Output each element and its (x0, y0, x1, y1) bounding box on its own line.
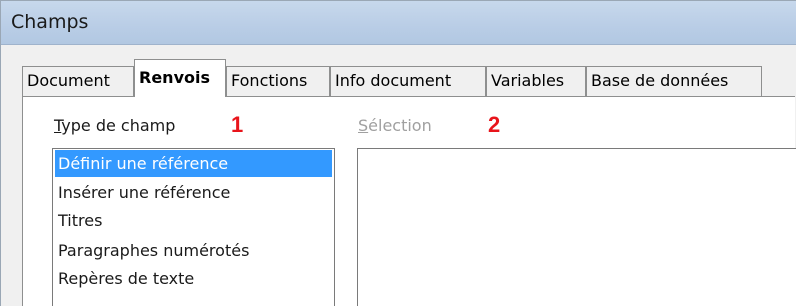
list-item-inserer-reference[interactable]: Insérer une référence (55, 179, 332, 206)
tab-label: Base de données (591, 71, 729, 90)
tab-fonctions[interactable]: Fonctions (226, 66, 330, 96)
type-de-champ-label: Type de champ (54, 116, 175, 135)
list-item-label: Définir une référence (58, 154, 229, 173)
list-item-label: Insérer une référence (58, 183, 231, 202)
tab-renvois[interactable]: Renvois (134, 59, 226, 97)
type-de-champ-list[interactable]: Définir une référence Insérer une référe… (52, 148, 335, 306)
list-item-label: Titres (58, 211, 103, 230)
marker-1: 1 (231, 112, 244, 137)
selection-list[interactable] (357, 148, 796, 306)
selection-label-text: élection (368, 116, 432, 135)
list-item-paragraphes-numerotes[interactable]: Paragraphes numérotés (55, 237, 332, 264)
tab-label: Fonctions (231, 71, 308, 90)
tab-variables[interactable]: Variables (486, 66, 586, 96)
list-item-label: Repères de texte (58, 269, 195, 288)
selection-accel: S (358, 116, 369, 135)
marker-2: 2 (488, 112, 501, 137)
list-item-reperes-de-texte[interactable]: Repères de texte (55, 265, 332, 292)
tab-document[interactable]: Document (22, 66, 134, 96)
type-de-champ-label-text: ype de champ (61, 116, 176, 135)
list-item-titres[interactable]: Titres (55, 207, 332, 234)
tab-label: Info document (335, 71, 452, 90)
window-title: Champs (11, 11, 89, 33)
selection-label: Sélection (358, 116, 432, 135)
tab-info-document[interactable]: Info document (330, 66, 486, 96)
title-bar[interactable]: Champs (1, 1, 796, 45)
tab-label: Document (27, 71, 110, 90)
list-item-definir-reference[interactable]: Définir une référence (55, 150, 332, 177)
list-item-label: Paragraphes numérotés (58, 241, 250, 260)
tab-label: Renvois (139, 68, 210, 87)
tab-label: Variables (491, 71, 565, 90)
tab-base-de-donnees[interactable]: Base de données (586, 66, 762, 96)
